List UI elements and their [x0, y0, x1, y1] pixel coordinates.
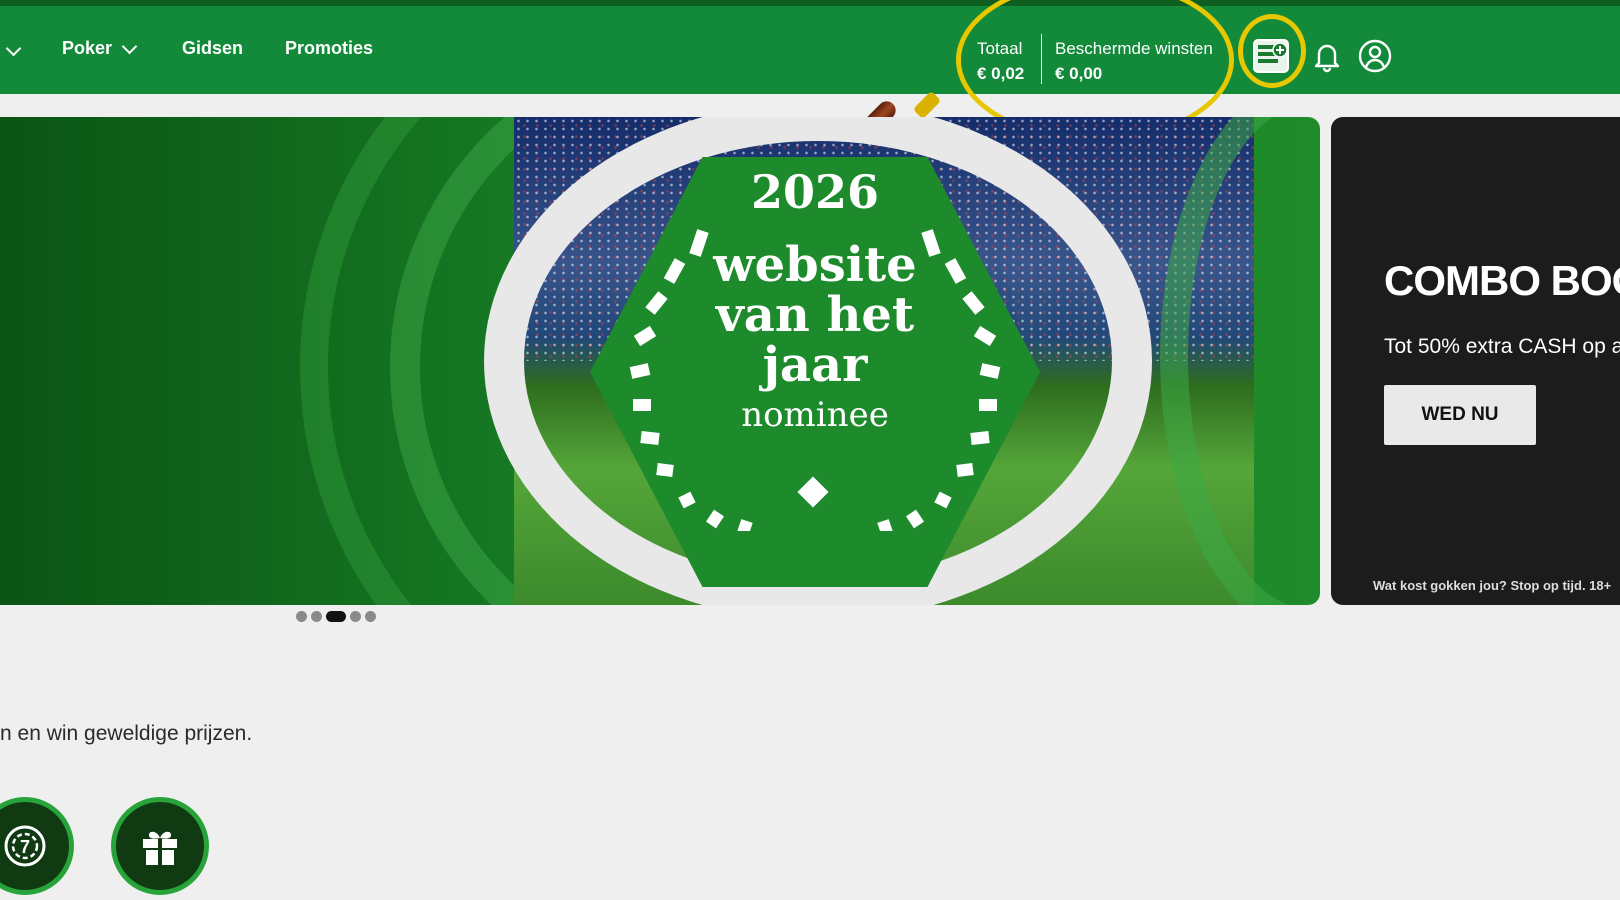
svg-text:7: 7	[20, 837, 30, 857]
award-line-van-het: van het	[715, 287, 915, 343]
carousel-dot[interactable]	[350, 611, 361, 622]
award-line-jaar: jaar	[762, 337, 868, 393]
nav-item-poker[interactable]: Poker	[62, 38, 138, 59]
protected-winnings-label: Beschermde winsten	[1055, 39, 1213, 58]
carousel-dot[interactable]	[296, 611, 307, 622]
nav-item-promoties[interactable]: Promoties	[285, 38, 373, 59]
user-account-icon	[1358, 39, 1392, 73]
deposit-icon	[1253, 39, 1289, 73]
gift-icon	[143, 831, 177, 865]
nav-item-gidsen[interactable]: Gidsen	[182, 38, 243, 59]
nav-item-label: Poker	[62, 38, 113, 58]
protected-winnings[interactable]: Beschermde winsten € 0,00	[1055, 36, 1213, 86]
gift-shortcut-button[interactable]	[111, 797, 209, 895]
top-navigation-bar: Poker Gidsen Promoties Totaal € 0,02 Bes…	[0, 6, 1620, 94]
magnifier-neck	[912, 90, 942, 120]
carousel-dot[interactable]	[365, 611, 376, 622]
promo-title: COMBO BOOS	[1384, 257, 1620, 304]
promo-subtitle: Tot 50% extra CASH op a	[1384, 335, 1620, 358]
carousel-dot-active[interactable]	[326, 611, 346, 622]
hero-banner[interactable]: 2026 website van het jaar nominee	[0, 117, 1320, 605]
carousel-indicators	[296, 611, 376, 622]
total-balance-label: Totaal	[977, 39, 1023, 58]
deposit-button[interactable]	[1253, 38, 1289, 74]
total-balance-value: € 0,02	[977, 64, 1025, 83]
chevron-down-icon[interactable]	[5, 40, 22, 57]
responsible-gambling-disclaimer: Wat kost gokken jou? Stop op tijd. 18+	[1373, 578, 1612, 593]
chip-shortcut-button[interactable]: 7	[0, 797, 74, 895]
casino-chip-icon: 7	[4, 825, 46, 867]
bet-now-button[interactable]: WED NU	[1384, 385, 1536, 445]
carousel-dot[interactable]	[311, 611, 322, 622]
award-line-website: website	[713, 237, 917, 293]
total-balance[interactable]: Totaal € 0,02	[977, 36, 1024, 86]
section-description: n en win geweldige prijzen.	[0, 722, 253, 745]
nav-item-label: Gidsen	[182, 38, 244, 58]
notifications-button[interactable]	[1309, 38, 1345, 74]
award-line-nominee: nominee	[741, 395, 889, 435]
protected-winnings-value: € 0,00	[1055, 64, 1103, 83]
promo-card-combo-boost[interactable]: COMBO BOOS Tot 50% extra CASH op a WED N…	[1331, 117, 1620, 605]
nav-item-label: Promoties	[285, 38, 374, 58]
award-year: 2026	[750, 165, 880, 219]
chevron-down-icon	[121, 38, 138, 54]
account-button[interactable]	[1357, 38, 1393, 74]
bell-icon	[1314, 44, 1340, 73]
balance-divider	[1041, 34, 1042, 84]
